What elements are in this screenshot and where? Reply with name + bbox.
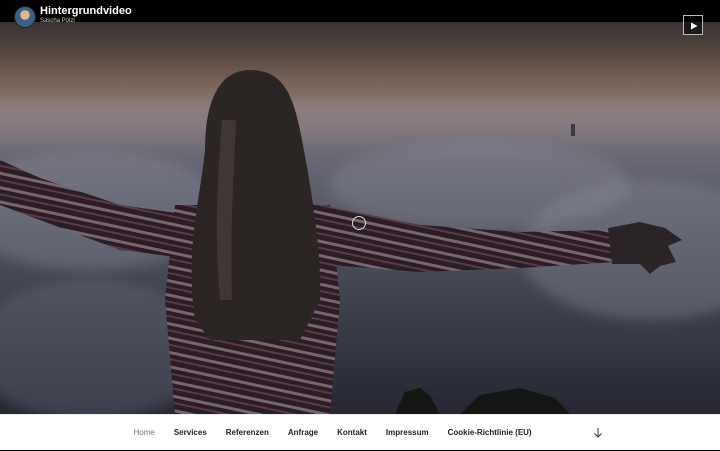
nav-item-impressum[interactable]: Impressum	[376, 415, 438, 451]
channel-avatar[interactable]	[14, 6, 36, 28]
video-author[interactable]: Sascha Pölzl	[40, 18, 75, 25]
nav-item-anfrage[interactable]: Anfrage	[278, 415, 327, 451]
arrow-down-icon[interactable]	[592, 427, 604, 439]
play-button[interactable]	[683, 15, 703, 35]
nav-item-referenzen[interactable]: Referenzen	[216, 415, 278, 451]
woman-silhouette	[0, 70, 682, 414]
loading-spinner-icon	[352, 216, 366, 230]
play-icon	[691, 22, 698, 30]
nav-item-kontakt[interactable]: Kontakt	[328, 415, 377, 451]
main-navigation: Home Services Referenzen Anfrage Kontakt…	[0, 414, 720, 450]
nav-item-home[interactable]: Home	[124, 415, 164, 451]
video-title[interactable]: Hintergrundvideo	[40, 5, 132, 18]
background-video[interactable]	[0, 0, 720, 414]
nav-item-services[interactable]: Services	[164, 415, 216, 451]
nav-item-cookie-richtlinie[interactable]: Cookie-Richtlinie (EU)	[438, 415, 541, 451]
nav-menu: Home Services Referenzen Anfrage Kontakt…	[124, 415, 541, 451]
